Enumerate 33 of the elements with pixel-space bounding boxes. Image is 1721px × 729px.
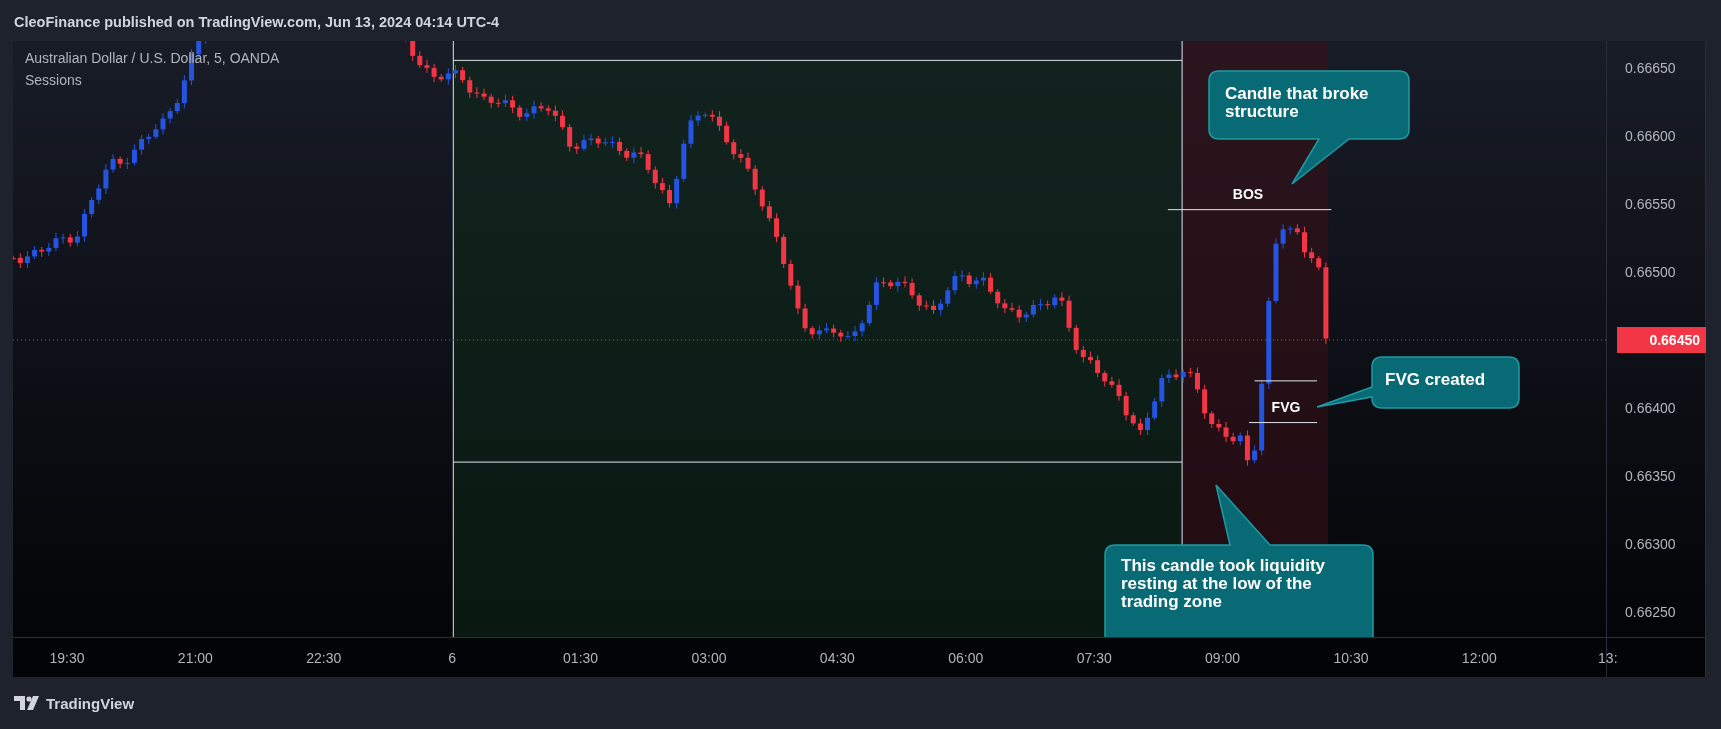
time-label: 19:30: [49, 650, 85, 666]
time-label: 06:00: [948, 650, 984, 666]
price-label: 0.66400: [1625, 400, 1676, 416]
brand-name: TradingView: [46, 694, 135, 712]
publish-info: CleoFinance published on TradingView.com, Jun 13, 2024 04:14 UTC-4: [13, 12, 501, 32]
logo-icon: [14, 696, 40, 710]
price-label: 0.66500: [1625, 264, 1676, 280]
time-label: 22:30: [306, 650, 342, 666]
level-label: FVG: [1271, 399, 1301, 415]
time-label: 21:00: [177, 650, 213, 666]
indicator-name: Sessions: [25, 72, 83, 88]
callout-text: FVG created: [1385, 371, 1487, 389]
level-line: [1254, 380, 1318, 382]
price-label: 0.66350: [1625, 468, 1676, 484]
callout-text: Candle that broke structure: [1225, 85, 1370, 121]
callout-text: This candle took liquidity resting at the low of the trading zone: [1121, 557, 1327, 611]
time-label: 01:30: [563, 650, 599, 666]
price-label: 0.66300: [1625, 536, 1676, 552]
time-label: 10:30: [1333, 650, 1369, 666]
price-label: 0.66250: [1625, 604, 1676, 620]
price-label: 0.66650: [1625, 60, 1676, 76]
time-label: 07:30: [1076, 650, 1112, 666]
time-label: 13:: [1598, 650, 1618, 666]
last-price-tag: 0.66450: [1617, 327, 1706, 353]
price-label: 0.66600: [1625, 128, 1676, 144]
price-label: 0.66550: [1625, 196, 1676, 212]
level-label: BOS: [1232, 186, 1264, 202]
time-label: 09:00: [1205, 650, 1241, 666]
time-label: 6: [448, 650, 457, 666]
level-line: [1248, 422, 1318, 424]
time-label: 04:30: [819, 650, 855, 666]
time-label: 12:00: [1461, 650, 1497, 666]
time-label: 03:00: [691, 650, 727, 666]
